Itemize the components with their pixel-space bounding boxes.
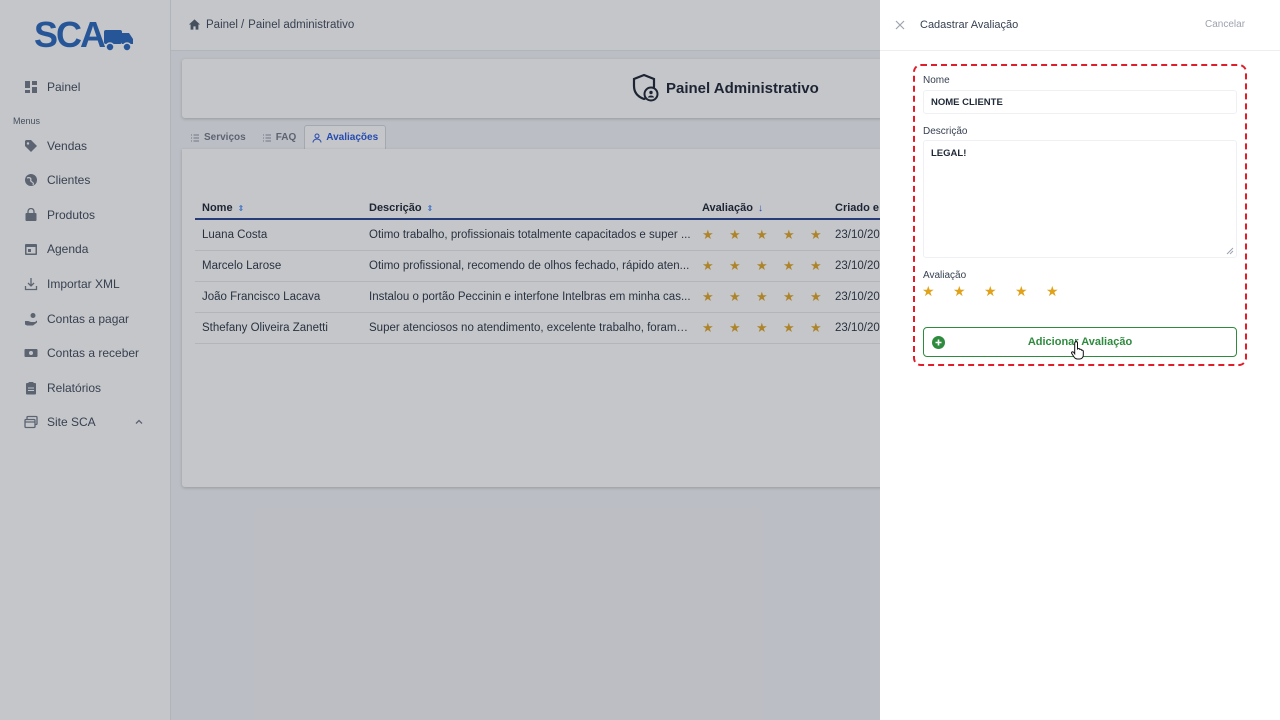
descricao-label: Descrição xyxy=(923,126,968,137)
star-icon[interactable]: ★ xyxy=(984,284,1015,298)
modal-backdrop[interactable] xyxy=(0,0,880,720)
star-icon[interactable]: ★ xyxy=(1015,284,1046,298)
review-drawer: Cadastrar Avaliação Cancelar Nome NOME C… xyxy=(880,0,1280,720)
star-icon[interactable]: ★ xyxy=(1046,284,1077,298)
cancel-button[interactable]: Cancelar xyxy=(1205,19,1245,30)
star-icon[interactable]: ★ xyxy=(922,284,953,298)
nome-label: Nome xyxy=(923,75,950,86)
drawer-header: Cadastrar Avaliação Cancelar xyxy=(880,0,1280,51)
avaliacao-label: Avaliação xyxy=(923,270,967,281)
star-icon[interactable]: ★ xyxy=(953,284,984,298)
plus-circle-icon xyxy=(932,336,945,349)
descricao-textarea[interactable]: LEGAL! xyxy=(923,140,1237,258)
nome-field[interactable]: NOME CLIENTE xyxy=(923,90,1237,114)
close-icon[interactable] xyxy=(894,19,906,31)
resize-handle-icon[interactable] xyxy=(1226,247,1234,255)
rating-input[interactable]: ★ ★ ★ ★ ★ xyxy=(922,284,1077,298)
hand-cursor-icon xyxy=(1071,340,1084,360)
drawer-title: Cadastrar Avaliação xyxy=(920,19,1019,31)
descricao-value: LEGAL! xyxy=(931,148,967,159)
